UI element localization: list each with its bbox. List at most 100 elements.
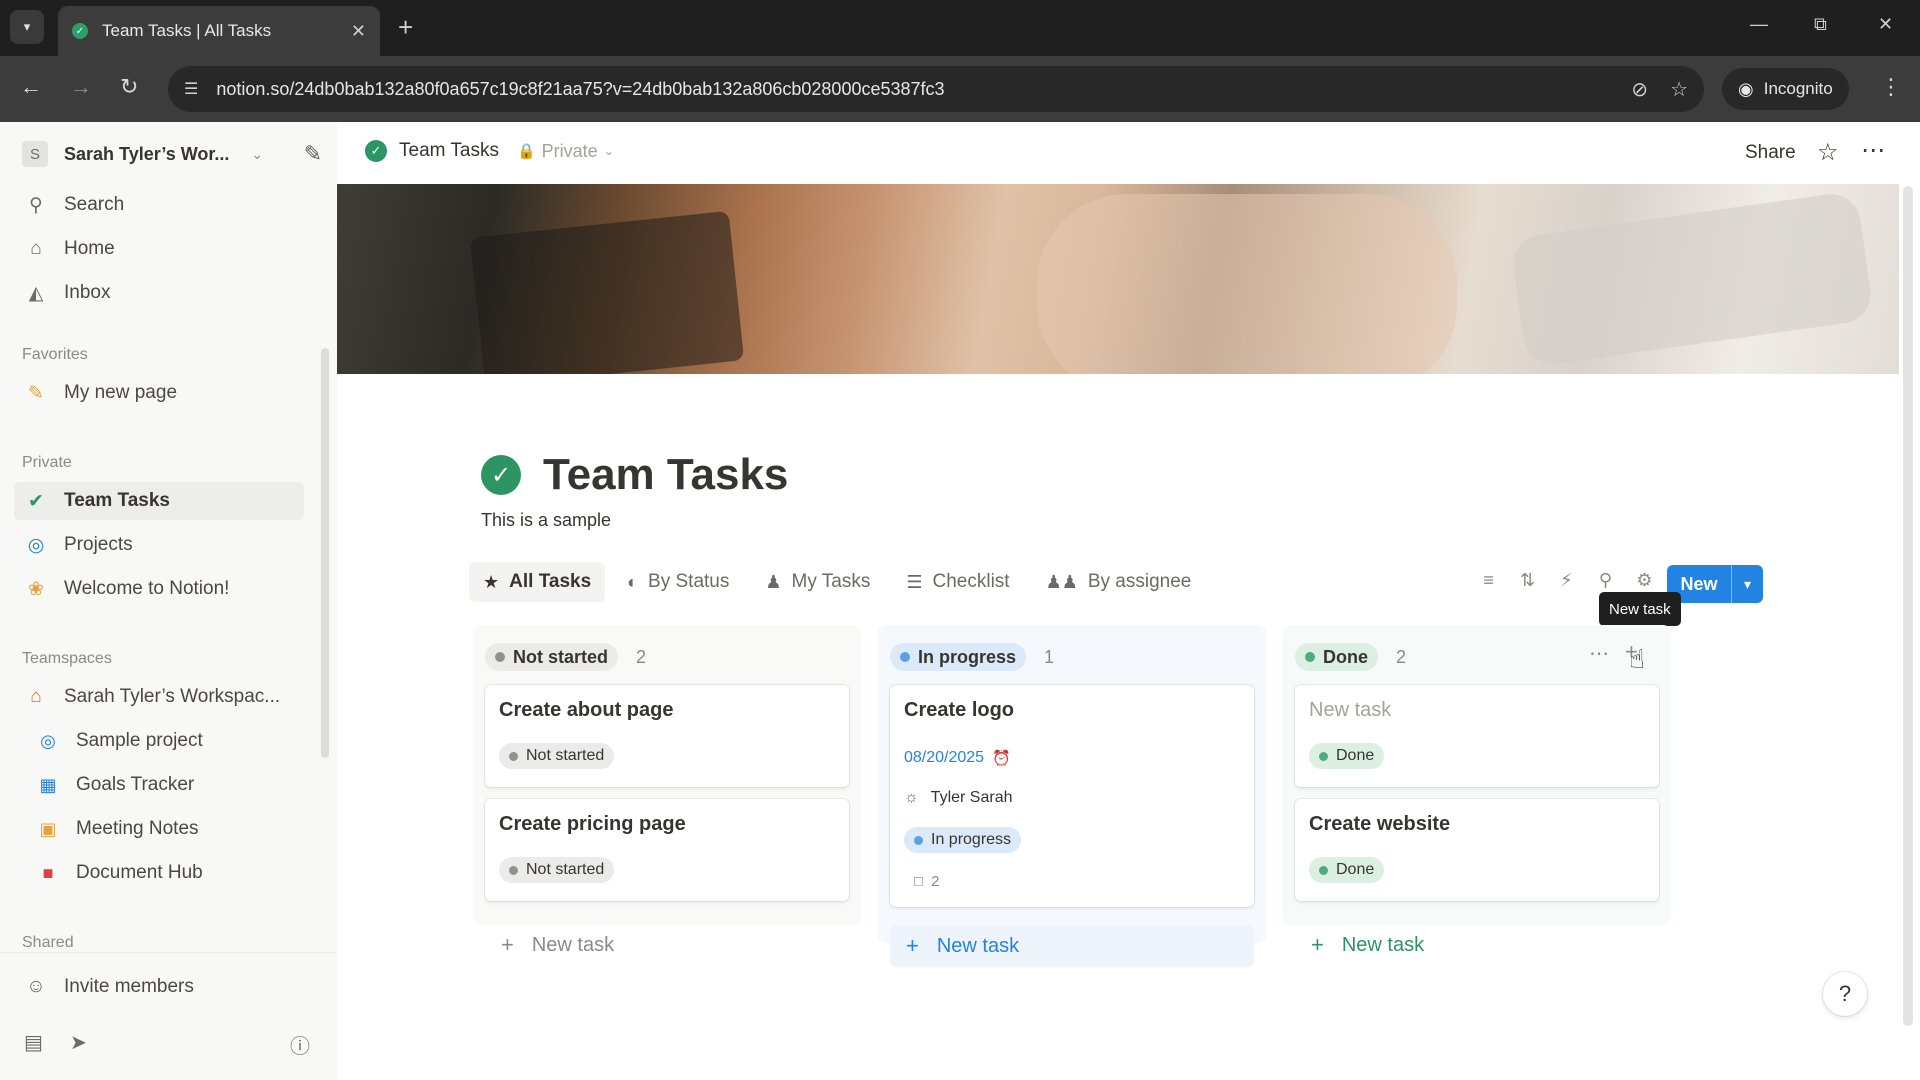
new-button[interactable]: New ▾ xyxy=(1667,565,1763,603)
checklist-icon: ☰ xyxy=(906,571,923,592)
sidebar-item-goals-tracker[interactable]: ▦ Goals Tracker xyxy=(24,766,314,804)
restore-icon[interactable]: ⧉ xyxy=(1814,14,1827,35)
sidebar-item-teamspace[interactable]: ⌂ Sarah Tyler’s Workspac... xyxy=(14,678,304,716)
tab-search-button[interactable]: ▾ xyxy=(10,10,44,44)
status-label: Not started xyxy=(526,747,605,764)
task-card[interactable]: Create pricing page Not started xyxy=(485,799,849,901)
board-column-in-progress: In progress 1 Create logo 08/20/2025 ⏰ ☼… xyxy=(878,625,1266,967)
alarm-clock-icon: ⏰ xyxy=(992,750,1011,767)
browser-tab[interactable]: ✓ Team Tasks | All Tasks ✕ xyxy=(58,6,380,56)
help-button[interactable]: ? xyxy=(1823,972,1867,1016)
add-task-label: New task xyxy=(936,934,1020,957)
breadcrumb[interactable]: ✓ Team Tasks 🔒 Private ⌄ xyxy=(365,140,614,162)
browser-menu-icon[interactable]: ⋮ xyxy=(1880,74,1902,100)
filter-icon[interactable]: ≡ xyxy=(1469,570,1508,591)
status-dot xyxy=(1319,751,1328,761)
sidebar-item-projects[interactable]: ◎ Projects xyxy=(14,526,304,564)
calendar-icon: ▣ xyxy=(39,818,57,839)
new-tab-button[interactable]: + xyxy=(398,14,413,40)
card-title: Create logo xyxy=(904,699,1015,721)
sidebar-item-label: Team Tasks xyxy=(64,490,170,511)
add-task-button[interactable]: + New task xyxy=(890,925,1254,967)
task-card[interactable]: Create about page Not started xyxy=(485,685,849,787)
view-tabs: ★ All Tasks ◐ By Status ♟ My Tasks ☰ Che… xyxy=(469,562,1213,602)
chevron-down-icon[interactable]: ▾ xyxy=(1732,576,1763,593)
page-icon-check-circle-icon[interactable]: ✓ xyxy=(481,455,521,495)
share-button[interactable]: Share xyxy=(1745,142,1796,164)
minimize-icon[interactable]: — xyxy=(1750,14,1768,35)
main-scrollbar[interactable] xyxy=(1903,186,1913,1026)
task-card[interactable]: Create website Done xyxy=(1295,799,1659,901)
incognito-badge[interactable]: ◉ Incognito xyxy=(1722,68,1849,110)
sidebar-item-document-hub[interactable]: ■ Document Hub xyxy=(24,854,314,892)
comment-count: 2 xyxy=(931,873,940,890)
status-badge: Done xyxy=(1309,743,1385,769)
bookmark-star-icon[interactable]: ☆ xyxy=(1670,77,1688,102)
target-icon: ◎ xyxy=(27,534,45,556)
search-icon[interactable]: ⚲ xyxy=(1586,570,1625,591)
add-task-button[interactable]: + New task xyxy=(1295,925,1659,965)
column-count: 2 xyxy=(636,646,647,667)
sidebar-item-inbox[interactable]: ◭ Inbox xyxy=(14,274,304,312)
page-description[interactable]: This is a sample xyxy=(481,510,611,531)
sidebar-item-label: Meeting Notes xyxy=(76,818,199,839)
url-field[interactable]: ☰ notion.so/24db0bab132a80f0a657c19c8f21… xyxy=(168,66,1704,112)
sidebar-item-welcome[interactable]: ❀ Welcome to Notion! xyxy=(14,570,304,608)
tab-by-status[interactable]: ◐ By Status xyxy=(613,562,743,602)
task-card[interactable]: New task Done xyxy=(1295,685,1659,787)
sidebar-item-team-tasks[interactable]: ✔ Team Tasks xyxy=(14,482,304,520)
plus-icon: + xyxy=(1311,932,1324,957)
eye-off-icon[interactable]: ⊘ xyxy=(1631,77,1648,102)
tab-by-assignee[interactable]: ♟♟ By assignee xyxy=(1032,562,1206,602)
sidebar-item-label: Inbox xyxy=(64,282,111,303)
avatar: ☼ xyxy=(904,789,919,806)
status-dot xyxy=(914,835,923,845)
add-task-button[interactable]: + New task xyxy=(485,925,849,965)
sidebar-item-label: Goals Tracker xyxy=(76,774,195,795)
status-badge[interactable]: In progress xyxy=(890,643,1027,671)
sidebar-item-home[interactable]: ⌂ Home xyxy=(14,230,304,268)
calendar-app-icon[interactable]: ▤ xyxy=(24,1030,43,1055)
status-badge[interactable]: Done xyxy=(1295,643,1378,671)
pencil-icon: ✎ xyxy=(28,382,44,404)
tab-my-tasks[interactable]: ♟ My Tasks xyxy=(751,562,884,602)
sidebar-item-meeting-notes[interactable]: ▣ Meeting Notes xyxy=(24,810,314,848)
site-info-icon[interactable]: ☰ xyxy=(184,79,198,99)
page-title[interactable]: Team Tasks xyxy=(543,450,788,500)
status-badge[interactable]: Not started xyxy=(485,643,619,671)
page-heading: ✓ Team Tasks xyxy=(481,450,788,500)
forward-arrow-icon[interactable]: → xyxy=(70,74,92,100)
chevron-down-icon: ⌄ xyxy=(251,145,264,162)
column-header: Not started 2 xyxy=(485,643,646,671)
task-card[interactable]: Create logo 08/20/2025 ⏰ ☼ Tyler Sarah I… xyxy=(890,685,1254,907)
more-options-icon[interactable]: ⋯ xyxy=(1861,136,1886,165)
automation-lightning-icon[interactable]: ⚡ xyxy=(1547,570,1586,591)
sidebar-item-sample-project[interactable]: ◎ Sample project xyxy=(24,722,314,760)
status-label: Not started xyxy=(513,646,609,667)
hand-cursor-icon: ☝ xyxy=(1629,644,1645,674)
close-window-icon[interactable]: ✕ xyxy=(1878,14,1893,35)
tab-all-tasks[interactable]: ★ All Tasks xyxy=(469,562,606,602)
sort-icon[interactable]: ⇅ xyxy=(1508,570,1547,591)
status-badge: In progress xyxy=(904,827,1022,853)
browser-tab-bar: ▾ ✓ Team Tasks | All Tasks ✕ + — ⧉ ✕ xyxy=(0,0,1920,56)
board-column-done: Done 2 ⋯ + New task Done Create website … xyxy=(1283,625,1671,957)
send-icon[interactable]: ➤ xyxy=(70,1030,87,1055)
column-more-icon[interactable]: ⋯ xyxy=(1589,641,1609,666)
workspace-switcher[interactable]: S Sarah Tyler’s Wor... ⌄ ✎ xyxy=(22,138,322,170)
sidebar-item-search[interactable]: ⚲ Search xyxy=(14,186,304,224)
help-circle-icon[interactable]: ⓘ xyxy=(290,1030,310,1059)
sidebar-scrollbar[interactable] xyxy=(321,348,329,758)
new-page-icon[interactable]: ✎ xyxy=(304,141,322,167)
status-label: Not started xyxy=(526,861,605,878)
settings-sliders-icon[interactable]: ⚙ xyxy=(1625,570,1664,591)
home-icon: ⌂ xyxy=(30,238,42,259)
tab-checklist[interactable]: ☰ Checklist xyxy=(892,562,1023,602)
sidebar-item-invite[interactable]: ☺ Invite members xyxy=(14,968,304,1006)
back-arrow-icon[interactable]: ← xyxy=(20,74,42,100)
sidebar-item-my-new-page[interactable]: ✎ My new page xyxy=(14,374,304,412)
reload-icon[interactable]: ↻ xyxy=(120,74,138,100)
close-icon[interactable]: ✕ xyxy=(351,21,366,42)
favorite-star-icon[interactable]: ☆ xyxy=(1817,138,1839,167)
tooltip: New task xyxy=(1599,592,1681,626)
